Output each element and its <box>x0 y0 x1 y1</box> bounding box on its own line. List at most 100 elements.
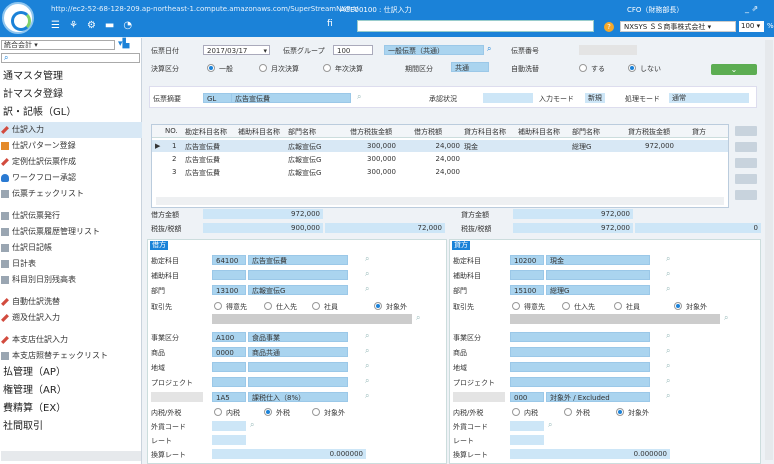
c-proj-field[interactable] <box>510 377 650 387</box>
d-prod-search-icon[interactable]: ⌕ <box>365 346 369 356</box>
sidebar-item[interactable]: ワークフロー承認 <box>0 170 142 186</box>
top-search-input[interactable] <box>357 20 594 32</box>
d-proj-code[interactable] <box>212 377 246 387</box>
d-inout-radio-none[interactable] <box>312 408 320 416</box>
sidebar-item[interactable]: 本支店照替チェックリスト <box>0 348 142 364</box>
row-delete-button[interactable] <box>735 174 757 184</box>
c-partner-radio-none[interactable] <box>674 302 682 310</box>
c-fx-field[interactable] <box>510 421 544 431</box>
row-down-button[interactable] <box>735 142 757 152</box>
c-dept-search-icon[interactable]: ⌕ <box>666 284 670 294</box>
c-biz-field[interactable] <box>510 332 650 342</box>
d-fx-field[interactable] <box>212 421 246 431</box>
main-vertical-scrollbar[interactable] <box>765 40 773 460</box>
c-partner-search-icon[interactable]: ⌕ <box>724 313 728 323</box>
d-inout-radio-outer[interactable] <box>264 408 272 416</box>
sidebar-item[interactable]: 仕訳パターン登録 <box>0 138 142 154</box>
module-select[interactable]: 統合会計 ▾ <box>1 40 115 50</box>
c-acct-code[interactable]: 10200 <box>510 255 544 265</box>
sidebar-item[interactable]: 日計表 <box>0 256 142 272</box>
confirm-button[interactable]: ⌄ <box>711 64 757 75</box>
auto-radio-no[interactable] <box>628 64 636 72</box>
group-search-icon[interactable]: ⌕ <box>487 44 491 54</box>
d-area-code[interactable] <box>212 362 246 372</box>
d-dept-code[interactable]: 13100 <box>212 285 246 295</box>
settle-radio-monthly[interactable] <box>259 64 267 72</box>
company-select[interactable]: NXSYS ＳＳ商事株式会社 ▾ <box>620 21 736 32</box>
table-row[interactable]: 2 広告宣伝費 広報宣伝G 300,000 24,000 <box>152 153 728 165</box>
sidebar-section[interactable]: 訳・記帳（GL） <box>0 104 142 122</box>
group-code-input[interactable]: 100 <box>333 45 373 55</box>
help-icon[interactable]: ? <box>604 22 614 32</box>
c-inout-radio-outer[interactable] <box>564 408 572 416</box>
d-partner-radio-supplier[interactable] <box>264 302 272 310</box>
row-copy-button[interactable] <box>735 158 757 168</box>
sidebar-section[interactable]: 権管理（AR） <box>0 382 142 400</box>
c-tax-code[interactable]: 000 <box>510 392 544 402</box>
d-tax-button[interactable] <box>151 392 203 402</box>
d-partner-search-icon[interactable]: ⌕ <box>416 313 420 323</box>
d-sub-search-icon[interactable]: ⌕ <box>365 269 369 279</box>
app-logo[interactable] <box>2 2 34 34</box>
c-partner-radio-supplier[interactable] <box>562 302 570 310</box>
c-prod-search-icon[interactable]: ⌕ <box>666 346 670 356</box>
summary-code[interactable]: GL <box>203 93 233 103</box>
sidebar-item[interactable]: 遡及仕訳入力 <box>0 310 142 326</box>
sidebar-item[interactable]: 本支店仕訳入力 <box>0 332 142 348</box>
d-sub-code[interactable] <box>212 270 246 280</box>
sidebar-toggle-icon[interactable]: ▾▙ <box>118 39 129 49</box>
c-area-field[interactable] <box>510 362 650 372</box>
sidebar-item[interactable]: 自動仕訳洗替 <box>0 294 142 310</box>
sidebar-section[interactable]: 社間取引 <box>0 418 142 436</box>
d-partner-radio-employee[interactable] <box>312 302 320 310</box>
window-icon[interactable]: ▬ <box>105 20 114 31</box>
sidebar-section[interactable]: 払管理（AP） <box>0 364 142 382</box>
table-row[interactable]: ▶ 1 広告宣伝費 広報宣伝G 300,000 24,000 現金 総理G 972,000 <box>152 140 728 152</box>
gear-icon[interactable]: ⚙ <box>87 20 96 31</box>
sidebar-section[interactable]: 計マスタ登録 <box>0 86 142 104</box>
table-row[interactable]: 3 広告宣伝費 広報宣伝G 300,000 24,000 <box>152 166 728 178</box>
row-up-button[interactable] <box>735 126 757 136</box>
c-tax-button[interactable] <box>453 392 505 402</box>
c-conv-field[interactable]: 0.000000 <box>510 449 670 459</box>
d-prod-code[interactable]: 0000 <box>212 347 246 357</box>
settle-radio-general[interactable] <box>207 64 215 72</box>
d-fx-search-icon[interactable]: ⌕ <box>250 420 254 430</box>
zoom-select[interactable]: 100 ▾ <box>739 21 764 32</box>
menu-icon[interactable]: ☰ <box>51 20 60 31</box>
sidebar-item[interactable]: 仕訳日記帳 <box>0 240 142 256</box>
d-biz-code[interactable]: A100 <box>212 332 246 342</box>
sidebar-section[interactable]: 通マスタ管理 <box>0 68 142 86</box>
row-insert-button[interactable] <box>735 190 757 200</box>
d-acct-search-icon[interactable]: ⌕ <box>365 254 369 264</box>
summary-text[interactable]: 広告宣伝費 <box>231 93 351 103</box>
sidebar-item[interactable]: 定例仕訳伝票作成 <box>0 154 142 170</box>
summary-search-icon[interactable]: ⌕ <box>357 92 361 102</box>
c-proj-search-icon[interactable]: ⌕ <box>666 376 670 386</box>
d-conv-field[interactable]: 0.000000 <box>212 449 366 459</box>
sidebar-item[interactable]: 仕訳伝票発行 <box>0 208 142 224</box>
user-name[interactable]: CFO（財務部長） <box>627 5 683 15</box>
d-partner-radio-none[interactable] <box>374 302 382 310</box>
auto-radio-yes[interactable] <box>579 64 587 72</box>
d-rate-field[interactable] <box>212 435 246 445</box>
help-circle-icon[interactable]: ◔ <box>123 20 132 31</box>
c-tax-search-icon[interactable]: ⌕ <box>666 391 670 401</box>
sidebar-search-input[interactable]: ⌕ <box>1 53 140 63</box>
c-acct-search-icon[interactable]: ⌕ <box>666 254 670 264</box>
c-inout-radio-inner[interactable] <box>512 408 520 416</box>
window-controls[interactable]: _ ⇗ <box>745 4 758 13</box>
d-tax-code[interactable]: 1A5 <box>212 392 246 402</box>
settle-radio-yearly[interactable] <box>323 64 331 72</box>
c-biz-search-icon[interactable]: ⌕ <box>666 331 670 341</box>
d-area-search-icon[interactable]: ⌕ <box>365 361 369 371</box>
date-input[interactable]: 2017/03/17 ▾ <box>203 45 270 55</box>
table-scrollbar[interactable] <box>156 197 724 205</box>
tree-icon[interactable]: ⚘ <box>69 20 78 31</box>
c-area-search-icon[interactable]: ⌕ <box>666 361 670 371</box>
sidebar-section[interactable]: 費精算（EX） <box>0 400 142 418</box>
d-biz-search-icon[interactable]: ⌕ <box>365 331 369 341</box>
c-rate-field[interactable] <box>510 435 544 445</box>
c-partner-radio-customer[interactable] <box>512 302 520 310</box>
c-sub-search-icon[interactable]: ⌕ <box>666 269 670 279</box>
